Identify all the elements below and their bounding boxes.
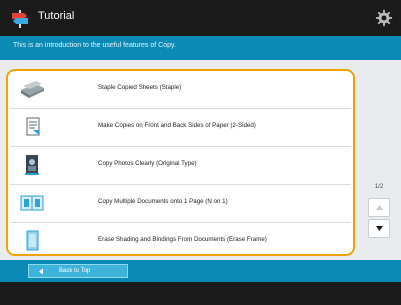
- stapler-icon: [21, 81, 44, 98]
- n-on-1-icon: [20, 195, 44, 211]
- scroll-up-button[interactable]: [368, 198, 390, 217]
- signpost-icon: [12, 10, 28, 28]
- arrow-down-icon: [376, 226, 383, 231]
- list-item-label: Staple Copied Sheets (Staple): [98, 84, 182, 91]
- info-text: This is an introduction to the useful fe…: [13, 42, 176, 49]
- list-item[interactable]: Staple Copied Sheets (Staple): [8, 71, 353, 108]
- list-item-label: Erase Shading and Bindings From Document…: [98, 236, 267, 243]
- gear-icon[interactable]: [375, 9, 393, 27]
- page-indicator: 1/2: [374, 184, 384, 190]
- feature-list: Staple Copied Sheets (Staple) Make Copie…: [6, 69, 355, 256]
- page-title: Tutorial: [38, 10, 75, 22]
- arrow-left-icon: [39, 268, 43, 275]
- arrow-up-icon: [376, 205, 383, 210]
- scroll-down-button[interactable]: [368, 219, 390, 238]
- two-sided-icon: [26, 117, 40, 136]
- list-item-label: Copy Multiple Documents onto 1 Page (N o…: [98, 198, 228, 205]
- erase-frame-icon: [26, 230, 39, 251]
- back-to-top-button[interactable]: Back to Top: [28, 264, 128, 278]
- photo-icon: [25, 155, 39, 175]
- bottom-bar: [0, 282, 401, 305]
- list-item[interactable]: Copy Multiple Documents onto 1 Page (N o…: [8, 185, 353, 222]
- list-item[interactable]: Copy Photos Clearly (Original Type): [8, 147, 353, 184]
- list-item[interactable]: Erase Shading and Bindings From Document…: [8, 223, 353, 254]
- title-bar: Tutorial: [0, 0, 401, 36]
- back-to-top-label: Back to Top: [59, 268, 91, 274]
- list-item-label: Copy Photos Clearly (Original Type): [98, 160, 197, 167]
- list-item-label: Make Copies on Front and Back Sides of P…: [98, 122, 256, 129]
- list-item[interactable]: Make Copies on Front and Back Sides of P…: [8, 109, 353, 146]
